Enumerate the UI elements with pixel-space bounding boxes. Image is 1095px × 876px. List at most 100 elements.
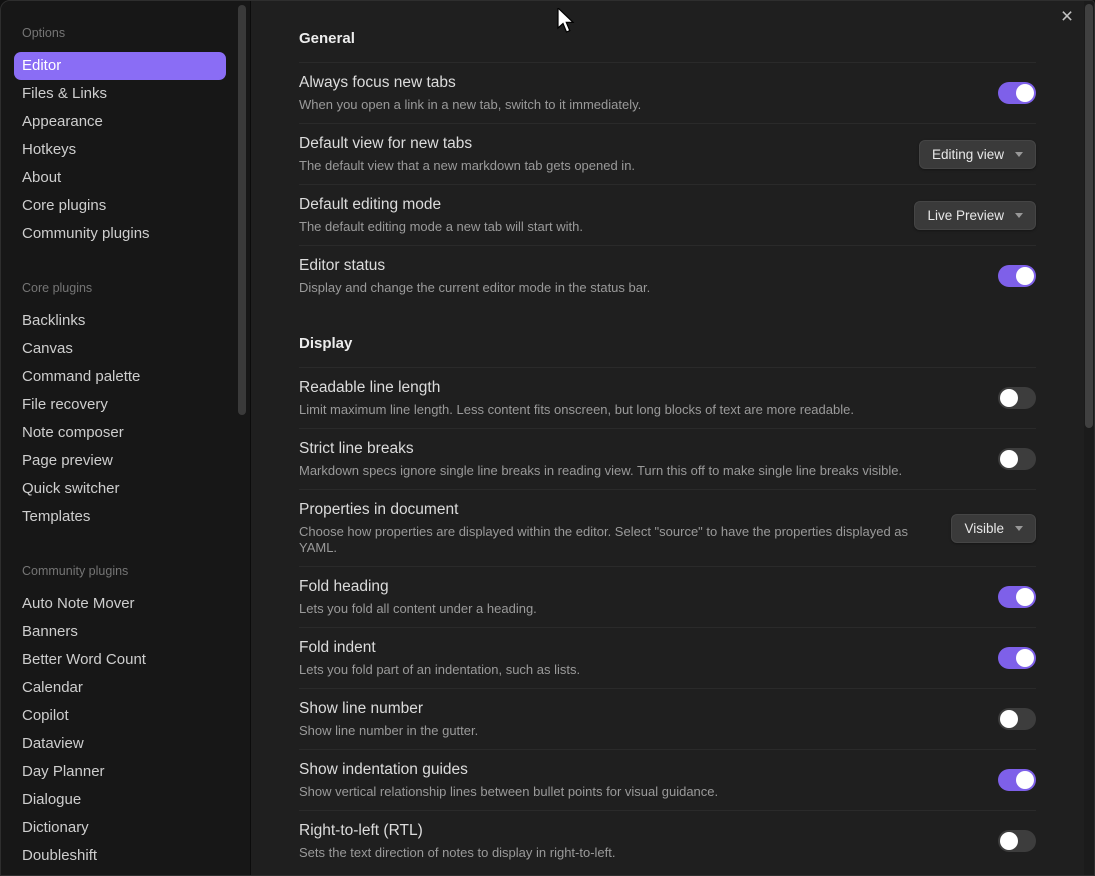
sidebar-item-hotkeys[interactable]: Hotkeys: [14, 136, 226, 164]
settings-dialog: Options EditorFiles & LinksAppearanceHotk…: [0, 0, 1095, 876]
toggle-knob: [1000, 389, 1018, 407]
sidebar-scrollbar-thumb[interactable]: [238, 5, 246, 415]
sidebar-group-heading: Core plugins: [1, 282, 250, 295]
sidebar-group-heading: Community plugins: [1, 565, 250, 578]
show-line-number-toggle[interactable]: [998, 708, 1036, 730]
chevron-down-icon: [1015, 526, 1023, 531]
sidebar-item-editor[interactable]: Editor: [14, 52, 226, 80]
fold-heading-toggle[interactable]: [998, 586, 1036, 608]
always-focus-new-tabs-toggle[interactable]: [998, 82, 1036, 104]
setting-info: Readable line lengthLimit maximum line l…: [299, 378, 854, 418]
sidebar-item-doubleshift[interactable]: Doubleshift: [14, 842, 226, 870]
dropdown-selected-value: Live Preview: [927, 208, 1004, 223]
sidebar-item-quick-switcher[interactable]: Quick switcher: [14, 475, 226, 503]
sidebar-item-files-links[interactable]: Files & Links: [14, 80, 226, 108]
sidebar-nav: Options EditorFiles & LinksAppearanceHotk…: [1, 27, 250, 875]
setting-info: Properties in document Choose how propert…: [299, 500, 927, 556]
sidebar-item-banners[interactable]: Banners: [14, 618, 226, 646]
dropdown-selected-value: Visible: [964, 521, 1004, 536]
setting-row-default-view-for-new-tabs: Default view for new tabsThe default vie…: [299, 124, 1036, 185]
toggle-knob: [1016, 267, 1034, 285]
sidebar-item-core-plugins[interactable]: Core plugins: [14, 192, 226, 220]
properties-in-document-dropdown[interactable]: Visible: [951, 514, 1036, 543]
sidebar-item-copilot[interactable]: Copilot: [14, 702, 226, 730]
setting-name: Default view for new tabs: [299, 134, 635, 153]
setting-description: When you open a link in a new tab, switc…: [299, 97, 641, 113]
setting-row-always-focus-new-tabs: Always focus new tabs When you open a lin…: [299, 63, 1036, 124]
setting-name: Strict line breaks: [299, 439, 902, 458]
sidebar-item-backlinks[interactable]: Backlinks: [14, 307, 226, 335]
settings-sections: General Always focus new tabs When you ope…: [299, 1, 1036, 871]
sidebar-item-community-plugins[interactable]: Community plugins: [14, 220, 226, 248]
setting-info: Fold heading Lets you fold all content un…: [299, 577, 537, 617]
setting-description: Sets the text direction of notes to disp…: [299, 845, 616, 861]
setting-name: Properties in document: [299, 500, 927, 519]
close-icon[interactable]: ×: [1054, 4, 1080, 30]
sidebar-item-appearance[interactable]: Appearance: [14, 108, 226, 136]
strict-line-breaks-toggle[interactable]: [998, 448, 1036, 470]
setting-row-right-to-left-rtl: Right-to-left (RTL)Sets the text directi…: [299, 811, 1036, 871]
setting-info: Show indentation guides Show vertical rel…: [299, 760, 718, 800]
sidebar-group-options: Options EditorFiles & LinksAppearanceHotk…: [1, 27, 250, 248]
setting-description: Lets you fold part of an indentation, su…: [299, 662, 580, 678]
toggle-knob: [1016, 588, 1034, 606]
setting-name: Always focus new tabs: [299, 73, 641, 92]
toggle-knob: [1000, 710, 1018, 728]
editor-status-toggle[interactable]: [998, 265, 1036, 287]
setting-row-show-indentation-guides: Show indentation guides Show vertical rel…: [299, 750, 1036, 811]
chevron-down-icon: [1015, 152, 1023, 157]
setting-name: Fold heading: [299, 577, 537, 596]
default-editing-mode-dropdown[interactable]: Live Preview: [914, 201, 1036, 230]
section-heading: Display: [299, 306, 1036, 368]
settings-sidebar: Options EditorFiles & LinksAppearanceHotk…: [1, 1, 251, 875]
toggle-knob: [1016, 84, 1034, 102]
dropdown-selected-value: Editing view: [932, 147, 1004, 162]
sidebar-item-about[interactable]: About: [14, 164, 226, 192]
default-view-for-new-tabs-dropdown[interactable]: Editing view: [919, 140, 1036, 169]
section-heading: General: [299, 1, 1036, 63]
setting-info: Always focus new tabs When you open a lin…: [299, 73, 641, 113]
sidebar-item-page-preview[interactable]: Page preview: [14, 447, 226, 475]
sidebar-item-dataview[interactable]: Dataview: [14, 730, 226, 758]
setting-info: Show line number Show line number in the …: [299, 699, 478, 739]
sidebar-item-day-planner[interactable]: Day Planner: [14, 758, 226, 786]
setting-info: Right-to-left (RTL)Sets the text directi…: [299, 821, 616, 861]
toggle-knob: [1016, 649, 1034, 667]
main-scrollbar-thumb[interactable]: [1085, 4, 1093, 428]
setting-name: Show indentation guides: [299, 760, 718, 779]
sidebar-item-emoji-shortcodes[interactable]: Emoji Shortcodes: [14, 870, 226, 875]
sidebar-item-auto-note-mover[interactable]: Auto Note Mover: [14, 590, 226, 618]
setting-name: Fold indent: [299, 638, 580, 657]
sidebar-item-templates[interactable]: Templates: [14, 503, 226, 531]
setting-name: Default editing mode: [299, 195, 583, 214]
fold-indent-toggle[interactable]: [998, 647, 1036, 669]
setting-description: Choose how properties are displayed with…: [299, 524, 927, 556]
show-indentation-guides-toggle[interactable]: [998, 769, 1036, 791]
setting-info: Editor statusDisplay and change the curr…: [299, 256, 650, 296]
setting-name: Show line number: [299, 699, 478, 718]
sidebar-item-note-composer[interactable]: Note composer: [14, 419, 226, 447]
sidebar-group-community-plugins: Community plugins Auto Note MoverBannersB…: [1, 565, 250, 875]
setting-description: The default editing mode a new tab will …: [299, 219, 583, 235]
main-scrollbar[interactable]: [1084, 1, 1094, 875]
sidebar-item-canvas[interactable]: Canvas: [14, 335, 226, 363]
setting-info: Fold indent Lets you fold part of an inde…: [299, 638, 580, 678]
sidebar-item-better-word-count[interactable]: Better Word Count: [14, 646, 226, 674]
setting-row-show-line-number: Show line number Show line number in the …: [299, 689, 1036, 750]
sidebar-group-heading: Options: [1, 27, 250, 40]
sidebar-item-file-recovery[interactable]: File recovery: [14, 391, 226, 419]
setting-name: Editor status: [299, 256, 650, 275]
setting-description: Markdown specs ignore single line breaks…: [299, 463, 902, 479]
readable-line-length-toggle[interactable]: [998, 387, 1036, 409]
sidebar-item-dictionary[interactable]: Dictionary: [14, 814, 226, 842]
right-to-left-rtl-toggle[interactable]: [998, 830, 1036, 852]
setting-description: Show vertical relationship lines between…: [299, 784, 718, 800]
setting-row-fold-indent: Fold indent Lets you fold part of an inde…: [299, 628, 1036, 689]
setting-description: Show line number in the gutter.: [299, 723, 478, 739]
sidebar-item-command-palette[interactable]: Command palette: [14, 363, 226, 391]
setting-row-default-editing-mode: Default editing mode The default editing …: [299, 185, 1036, 246]
sidebar-item-calendar[interactable]: Calendar: [14, 674, 226, 702]
sidebar-item-dialogue[interactable]: Dialogue: [14, 786, 226, 814]
setting-description: Lets you fold all content under a headin…: [299, 601, 537, 617]
sidebar-group-core-plugins: Core plugins BacklinksCanvasCommand palet…: [1, 282, 250, 531]
